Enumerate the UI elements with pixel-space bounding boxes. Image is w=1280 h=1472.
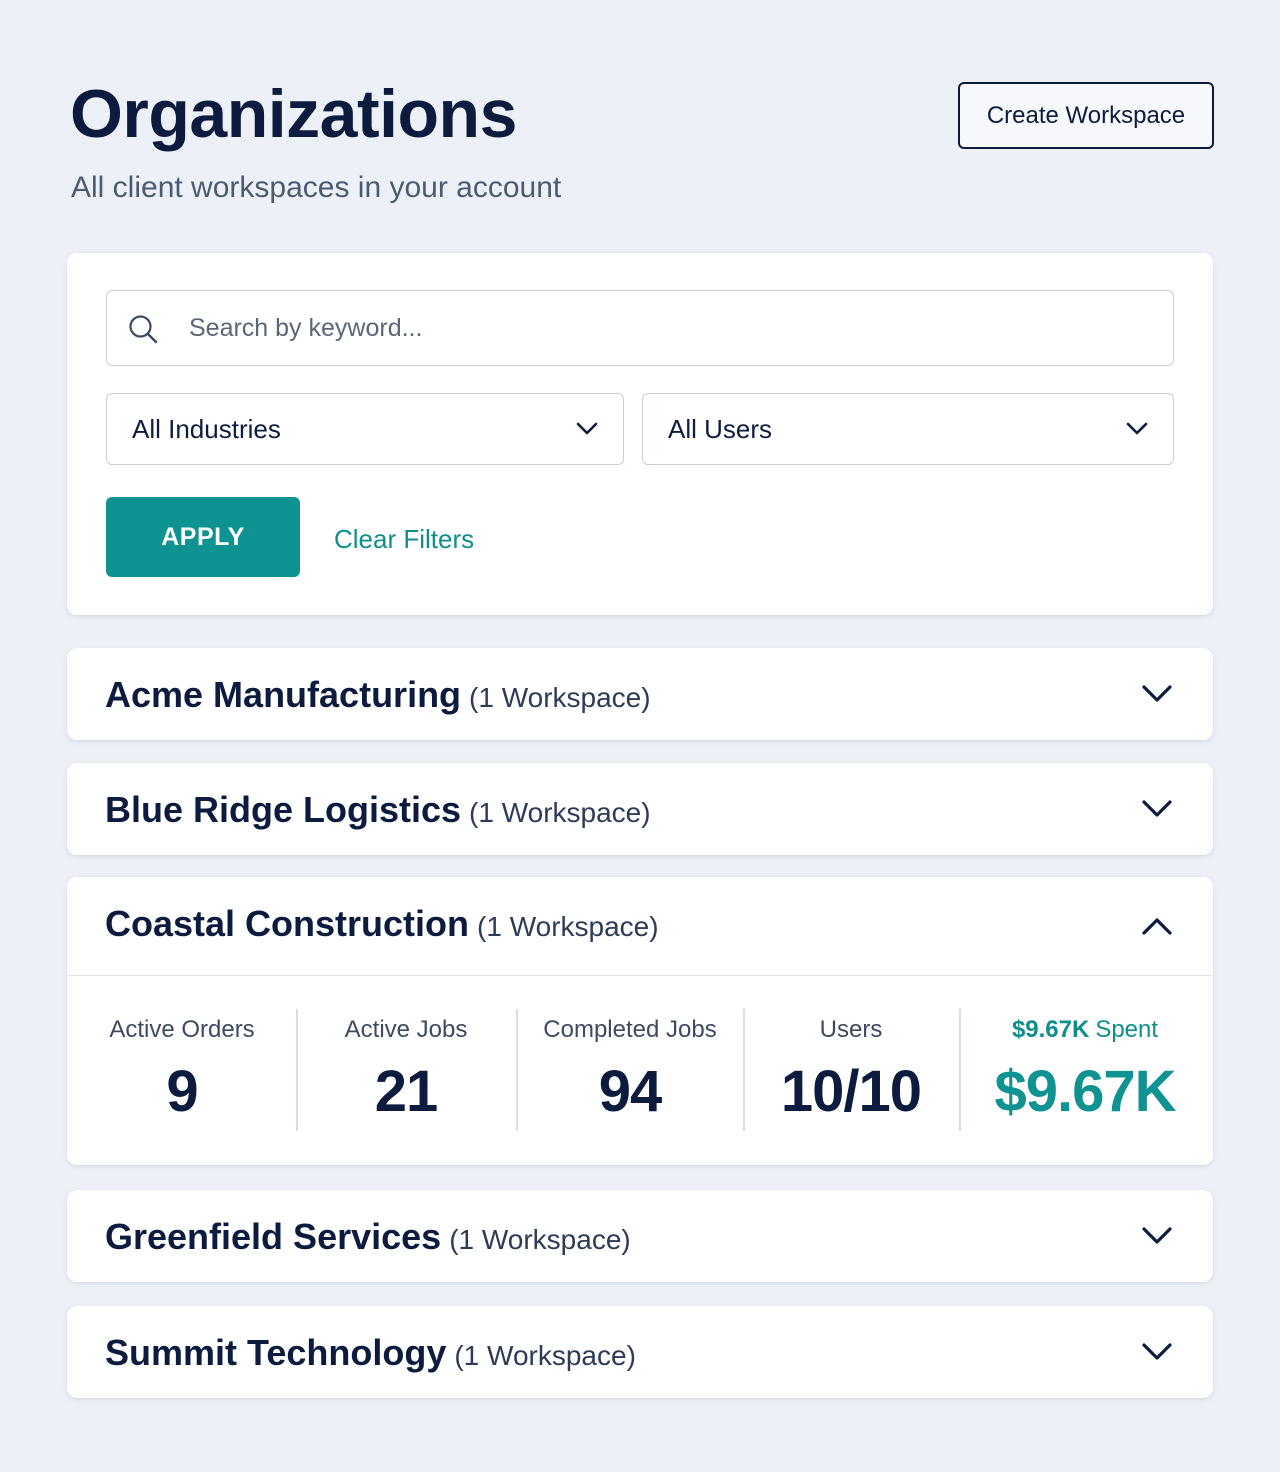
org-card-acme-manufacturing: Acme Manufacturing (1 Workspace) — [67, 648, 1213, 740]
workspace-count: (1 Workspace) — [469, 797, 651, 828]
org-name: Acme Manufacturing — [105, 674, 462, 715]
org-header-greenfield-services[interactable]: Greenfield Services (1 Workspace) — [67, 1190, 1213, 1282]
chevron-up-icon[interactable] — [1141, 915, 1173, 937]
industry-select[interactable]: All Industries — [106, 393, 624, 465]
org-name: Summit Technology — [105, 1332, 447, 1373]
search-input[interactable] — [187, 291, 1151, 365]
stat-completed-jobs: Completed Jobs 94 — [517, 1009, 743, 1131]
page-title: Organizations — [70, 76, 517, 152]
org-card-greenfield-services: Greenfield Services (1 Workspace) — [67, 1190, 1213, 1282]
stat-label: Completed Jobs — [543, 1016, 717, 1043]
org-header-summit-technology[interactable]: Summit Technology (1 Workspace) — [67, 1306, 1213, 1398]
filter-panel: All Industries All Users APPLY Clear Fil… — [67, 253, 1213, 615]
page-subtitle: All client workspaces in your account — [71, 171, 562, 204]
stat-active-jobs: Active Jobs 21 — [297, 1009, 515, 1131]
org-title: Coastal Construction (1 Workspace) — [105, 903, 659, 948]
chevron-down-icon — [1126, 422, 1148, 435]
stat-label: Active Jobs — [344, 1016, 468, 1043]
org-name: Greenfield Services — [105, 1216, 442, 1257]
users-select[interactable]: All Users — [642, 393, 1174, 465]
search-icon — [129, 315, 158, 344]
org-header-coastal-construction[interactable]: Coastal Construction (1 Workspace) — [67, 877, 1213, 976]
clear-filters-link[interactable]: Clear Filters — [334, 523, 474, 555]
apply-button[interactable]: APPLY — [106, 497, 300, 577]
stat-active-orders: Active Orders 9 — [77, 1009, 287, 1131]
stat-value: 21 — [374, 1059, 439, 1124]
org-stats: Active Orders 9 Active Jobs 21 Completed… — [67, 977, 1213, 1165]
workspace-count: (1 Workspace) — [449, 1224, 631, 1255]
workspace-count: (1 Workspace) — [477, 911, 659, 942]
workspace-count: (1 Workspace) — [454, 1340, 636, 1371]
stat-value: 94 — [598, 1059, 663, 1124]
chevron-down-icon[interactable] — [1141, 683, 1173, 705]
chevron-down-icon[interactable] — [1141, 1341, 1173, 1363]
org-header-blue-ridge-logistics[interactable]: Blue Ridge Logistics (1 Workspace) — [67, 763, 1213, 855]
users-select-value: All Users — [668, 413, 773, 444]
search-box — [106, 290, 1174, 366]
stat-value: 10/10 — [780, 1059, 922, 1124]
org-title: Acme Manufacturing (1 Workspace) — [105, 674, 651, 719]
org-name: Blue Ridge Logistics — [105, 789, 462, 830]
stat-label: Active Orders — [109, 1016, 255, 1043]
create-workspace-button[interactable]: Create Workspace — [958, 82, 1214, 149]
spent-amount: $9.67K — [1011, 1016, 1090, 1043]
org-title: Greenfield Services (1 Workspace) — [105, 1216, 631, 1261]
industry-select-value: All Industries — [132, 413, 281, 444]
org-card-blue-ridge-logistics: Blue Ridge Logistics (1 Workspace) — [67, 763, 1213, 855]
chevron-down-icon[interactable] — [1141, 1225, 1173, 1247]
org-header-acme-manufacturing[interactable]: Acme Manufacturing (1 Workspace) — [67, 648, 1213, 740]
stat-value: $9.67K — [994, 1059, 1176, 1124]
stat-label: Users — [819, 1016, 883, 1043]
chevron-down-icon — [576, 422, 598, 435]
workspace-count: (1 Workspace) — [469, 682, 651, 713]
org-card-summit-technology: Summit Technology (1 Workspace) — [67, 1306, 1213, 1398]
org-name: Coastal Construction — [105, 903, 470, 944]
stat-label: $9.67K Spent — [960, 1015, 1210, 1045]
org-title: Blue Ridge Logistics (1 Workspace) — [105, 789, 651, 834]
stat-users: Users 10/10 — [744, 1009, 958, 1131]
stat-spent: $9.67K Spent $9.67K — [960, 1009, 1210, 1131]
spent-label: Spent — [1095, 1016, 1159, 1043]
org-card-coastal-construction: Coastal Construction (1 Workspace) Active… — [67, 877, 1213, 1165]
stat-value: 9 — [166, 1059, 198, 1124]
chevron-down-icon[interactable] — [1141, 798, 1173, 820]
org-title: Summit Technology (1 Workspace) — [105, 1332, 636, 1377]
